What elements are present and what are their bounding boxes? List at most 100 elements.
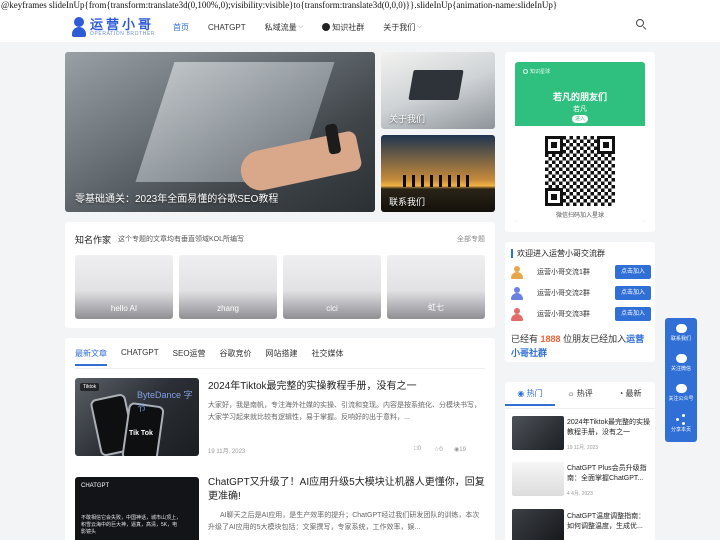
follow-wechat-button[interactable]: 关注微信 [665, 354, 697, 372]
group-row: 运营小哥交流1群 点击加入 [511, 264, 651, 280]
share-icon [676, 414, 686, 424]
group-row: 运营小哥交流3群 点击加入 [511, 306, 651, 322]
hero-about-caption: 关于我们 [389, 114, 426, 124]
author-name: 虹七 [428, 303, 444, 312]
group-name: 运营小哥交流1群 [537, 269, 590, 276]
popular-title[interactable]: 2024年Tiktok最完整的实操教程手册，没有之一 [567, 418, 651, 438]
contact-us-button[interactable]: 联系我们 [665, 324, 697, 342]
article-meta: 19 11月, 2023 □0 ☆0 ◉19 [208, 446, 486, 455]
search-icon[interactable] [636, 19, 646, 29]
qr-caption: 微信扫码加入星球 [555, 213, 604, 219]
thumbnail-text: 不敢相信它会失败，中国神话，城市山顶上，积雪云海中的巨大神，逼真，高清，5K，电… [81, 515, 182, 535]
view-icon: ◉19 [454, 447, 466, 453]
chevron-down-icon: ⌵ [417, 23, 422, 30]
article-thumbnail[interactable]: Tik Tok ByteDance 字节 Tiktok [75, 378, 199, 456]
popular-tabs: ◉ 热门 ☼ 热评 ◔ 最新 [505, 388, 655, 406]
article-date: 19 11月, 2023 [208, 449, 246, 455]
hero-contact-card[interactable]: 联系我们 [381, 135, 495, 212]
popular-title[interactable]: ChatGPT Plus会员升级指南：全面掌握ChatGPT... [567, 464, 651, 484]
author-name: zhang [217, 304, 239, 313]
logo-title: 运营小哥 [90, 16, 155, 32]
planet-enter-button[interactable]: 进入 [572, 115, 588, 123]
site-header: 运营小哥 OPERATION BROTHER 首页 CHATGPT 私域流量 ⌵ … [0, 12, 720, 42]
article-tag[interactable]: Tiktok [80, 383, 100, 391]
site-logo[interactable]: 运营小哥 OPERATION BROTHER [72, 15, 155, 39]
tab-hot[interactable]: ◉ 热门 [505, 388, 555, 406]
tab-google-ads[interactable]: 谷歌竞价 [220, 348, 252, 366]
article-title[interactable]: 2024年Tiktok最完整的实操教程手册，没有之一 [208, 380, 488, 394]
popular-thumbnail[interactable] [512, 462, 564, 496]
hero-main-caption: 零基础通关：2023年全面易懂的谷歌SEO教程 [75, 194, 279, 205]
qr-code [545, 136, 615, 206]
all-topics-link[interactable]: 全部专题 [457, 234, 485, 244]
popular-date: 4 4月, 2023 [567, 491, 593, 497]
tab-hot-comments[interactable]: ☼ 热评 [555, 388, 605, 406]
tab-latest[interactable]: 最新文章 [75, 348, 107, 366]
join-group-widget: 欢迎进入运营小哥交流群 运营小哥交流1群 点击加入 运营小哥交流2群 点击加入 … [505, 242, 655, 362]
author-name: cici [326, 304, 338, 313]
user-icon [511, 265, 523, 279]
hero-main-slide[interactable]: 零基础通关：2023年全面易懂的谷歌SEO教程 [65, 52, 375, 212]
group-name: 运营小哥交流2群 [537, 290, 590, 297]
nav-about[interactable]: 关于我们 ⌵ [383, 22, 422, 33]
hero-about-card[interactable]: 关于我们 [381, 52, 495, 129]
article-list-section: 最新文章 CHATGPT SEO运营 谷歌竞价 网站搭建 社交媒体 Tik To… [65, 338, 495, 540]
article-tag[interactable]: CHATGPT [81, 483, 109, 489]
planet-owner: 若凡 [573, 106, 587, 113]
join-group-button[interactable]: 点击加入 [615, 286, 651, 300]
popular-widget: ◉ 热门 ☼ 热评 ◔ 最新 2024年Tiktok最完整的实操教程手册，没有之… [505, 382, 655, 540]
join-group-title: 欢迎进入运营小哥交流群 [511, 249, 605, 258]
article-title[interactable]: ChatGPT又升级了！AI应用升级5大模块让机器人更懂你，回复更准确! [208, 476, 488, 504]
join-group-button[interactable]: 点击加入 [615, 265, 651, 279]
popular-thumbnail[interactable] [512, 416, 564, 450]
tab-seo[interactable]: SEO运营 [173, 348, 206, 366]
thumbnail-brand: ByteDance 字节 [137, 390, 193, 413]
author-card[interactable]: zhang [179, 255, 277, 319]
thumbnail-text: Tik Tok [129, 430, 153, 437]
follow-official-account-button[interactable]: 关注公众号 [665, 384, 697, 402]
user-icon [511, 286, 523, 300]
nav-chatgpt[interactable]: CHATGPT [208, 23, 246, 32]
planet-name: 若凡的朋友们 [552, 92, 607, 102]
article-tabs: 最新文章 CHATGPT SEO运营 谷歌竞价 网站搭建 社交媒体 [75, 348, 358, 366]
knowledge-planet-card: 知识星球 若凡的朋友们 若凡 进入 微信扫码加入星球 [505, 52, 655, 232]
floating-contact-bar: 联系我们 关注微信 关注公众号 分享本页 [665, 318, 697, 442]
author-card[interactable]: hello AI [75, 255, 173, 319]
article-excerpt: 大家好，我是南帆，专注海外社媒的实操、引流和变现。内容是按系统化、分模块书写，大… [208, 402, 481, 421]
author-name: hello AI [110, 304, 138, 313]
hero-contact-caption: 联系我们 [389, 197, 426, 207]
popular-thumbnail[interactable] [512, 509, 564, 540]
tab-social-media[interactable]: 社交媒体 [312, 348, 344, 366]
user-icon [511, 307, 523, 321]
featured-authors: 知名作家 这个专题的文章均有垂直领域KOL所编写 全部专题 hello AI z… [65, 222, 495, 328]
share-page-button[interactable]: 分享本页 [665, 414, 697, 433]
logo-icon [72, 17, 86, 37]
authors-title: 知名作家 [75, 235, 112, 245]
nav-private-traffic[interactable]: 私域流量 ⌵ [265, 22, 304, 33]
tab-chatgpt[interactable]: CHATGPT [121, 348, 159, 366]
author-card[interactable]: 虹七 [387, 255, 485, 319]
tab-website[interactable]: 网站搭建 [266, 348, 298, 366]
github-icon [322, 23, 331, 31]
logo-subtitle: OPERATION BROTHER [90, 30, 156, 37]
author-card[interactable]: cici [283, 255, 381, 319]
wechat-icon [675, 354, 687, 363]
chat-icon [675, 324, 687, 333]
comment-icon: □0 [414, 446, 421, 452]
group-name: 运营小哥交流3群 [537, 311, 590, 318]
nav-knowledge-community[interactable]: 知识社群 [322, 22, 364, 33]
main-nav: 首页 CHATGPT 私域流量 ⌵ 知识社群 关于我们 ⌵ [173, 12, 441, 42]
popular-title[interactable]: ChatGPT温度调整指南：如何调整温度，生成优... [567, 512, 651, 532]
member-count: 1888 [540, 334, 561, 344]
leaked-css-text: @keyframes slideInUp{from{transform:tran… [0, 0, 720, 12]
member-count-text: 已经有 1888 位朋友已经加入运营小哥社群 [511, 334, 645, 358]
join-group-button[interactable]: 点击加入 [615, 307, 651, 321]
nav-home[interactable]: 首页 [173, 22, 189, 33]
article-thumbnail[interactable]: CHATGPT 不敢相信它会失败，中国神话，城市山顶上，积雪云海中的巨大神，逼真… [75, 477, 199, 540]
tab-newest[interactable]: ◔ 最新 [605, 388, 655, 406]
planet-icon [523, 69, 528, 74]
popular-date: 19 11月, 2023 [567, 445, 599, 451]
planet-label: 知识星球 [530, 69, 551, 75]
authors-description: 这个专题的文章均有垂直领域KOL所编写 [118, 236, 245, 243]
group-row: 运营小哥交流2群 点击加入 [511, 285, 651, 301]
